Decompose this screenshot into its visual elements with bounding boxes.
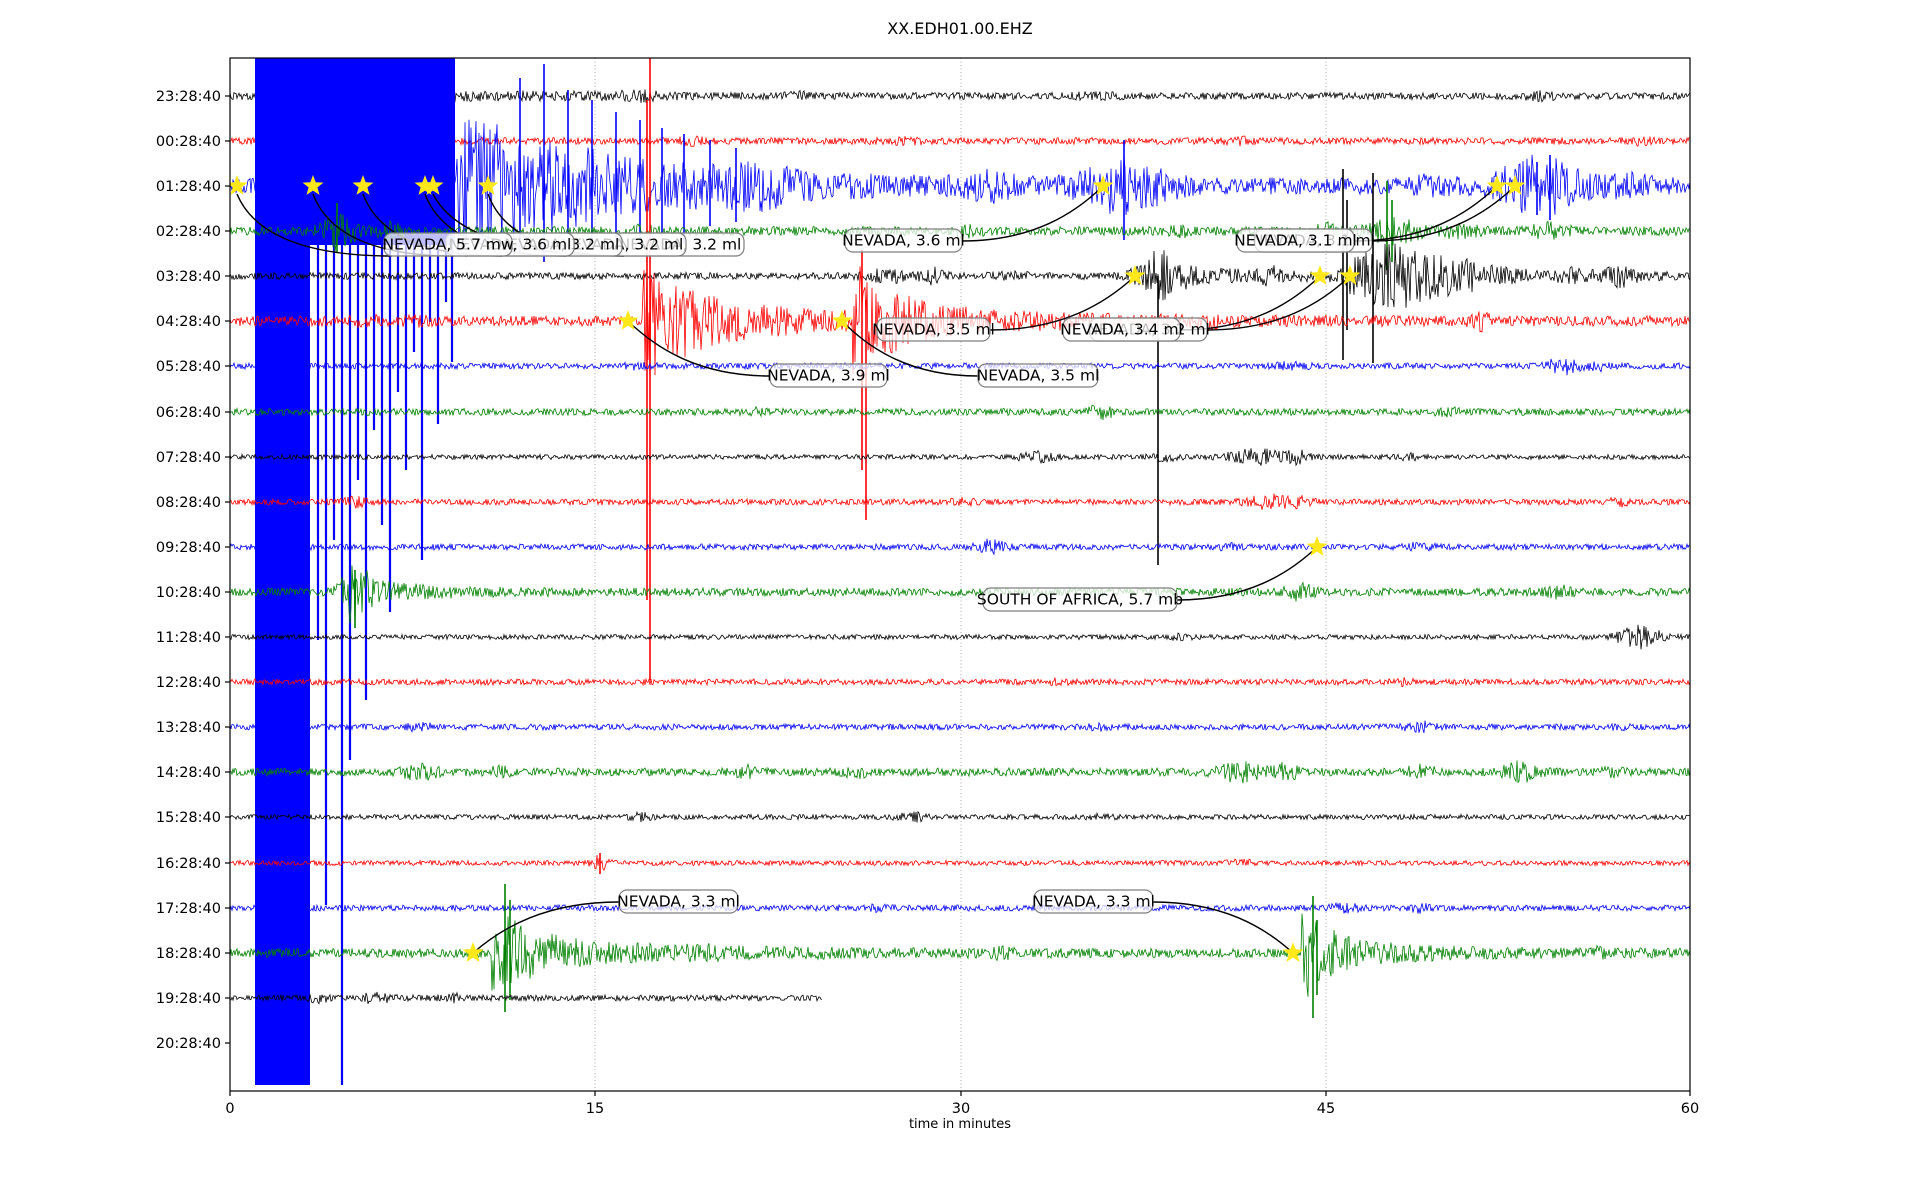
event-label: NEVADA, 3.1 ml [1234, 228, 1357, 253]
blob-mass [255, 58, 455, 245]
event-label-text: NEVADA, 3.1 ml [1234, 232, 1357, 250]
event-label: NEVADA, 3.6 ml [842, 228, 965, 253]
y-tick-label: 01:28:40 [156, 179, 221, 195]
y-tick-label: 14:28:40 [156, 765, 221, 781]
event-label-text: NEVADA, 3.4 ml [1060, 321, 1183, 339]
trace-182840 [230, 913, 1690, 997]
event-star [1282, 942, 1304, 962]
trace-172840 [230, 901, 1690, 914]
trace-152840 [230, 810, 1690, 823]
trace-092840 [230, 538, 1690, 556]
event-label-text: NEVADA, 3.9 ml [767, 367, 890, 385]
y-tick-label: 04:28:40 [156, 314, 221, 330]
event-label: NEVADA, 3.9 ml [767, 363, 890, 388]
x-tick-label: 60 [1681, 1101, 1699, 1117]
event-label-text: NEVADA, 3.5 ml [872, 321, 995, 339]
trace-052840 [230, 358, 1690, 376]
y-tick-label: 16:28:40 [156, 856, 221, 872]
y-tick-label: 13:28:40 [156, 720, 221, 736]
event-label: NEVADA, 3.3 ml [1032, 889, 1155, 914]
trace-112840 [230, 624, 1690, 650]
trace-132840 [230, 720, 1690, 734]
event-label: NEVADA, 5.7 mw [382, 232, 514, 257]
event-label-text: NEVADA, 5.7 mw [382, 236, 513, 254]
event-label: NEVADA, 3.5 ml [977, 363, 1100, 388]
y-tick-label: 11:28:40 [156, 630, 221, 646]
x-axis-label: time in minutes [909, 1117, 1011, 1132]
y-tick-label: 05:28:40 [156, 359, 221, 375]
trace-082840 [230, 493, 1690, 510]
trace-192840 [230, 991, 823, 1005]
y-tick-label: 09:28:40 [156, 540, 221, 556]
trace-142840 [230, 760, 1690, 784]
event-label-text: NEVADA, 3.3 ml [1032, 893, 1155, 911]
trace-062840 [230, 404, 1690, 420]
x-tick-label: 0 [225, 1101, 234, 1117]
x-tick-label: 45 [1317, 1101, 1335, 1117]
y-tick-label: 19:28:40 [156, 991, 221, 1007]
y-tick-label: 06:28:40 [156, 405, 221, 421]
y-tick-label: 17:28:40 [156, 901, 221, 917]
y-tick-label: 10:28:40 [156, 585, 221, 601]
event-label-text: NEVADA, 3.6 ml [842, 232, 965, 250]
event-label-text: SOUTH OF AFRICA, 5.7 mb [977, 591, 1183, 609]
event-star [462, 942, 484, 962]
helicorder-plot: XX.EDH01.00.EHZ time in minutes NEVADA, … [156, 19, 1699, 1132]
event-label-text: NEVADA, 3.3 ml [617, 893, 740, 911]
y-tick-label: 12:28:40 [156, 675, 221, 691]
plot-content: NEVADA, 3.2 mlNEVADA, 3.2 mlNEVADA, 3.2 … [156, 57, 1699, 1117]
y-tick-label: 15:28:40 [156, 810, 221, 826]
plot-title: XX.EDH01.00.EHZ [887, 19, 1033, 38]
y-tick-label: 02:28:40 [156, 224, 221, 240]
trace-102840 [230, 565, 1690, 624]
clipped-plot-area: NEVADA, 3.2 mlNEVADA, 3.2 mlNEVADA, 3.2 … [230, 58, 1690, 1091]
y-tick-label: 00:28:40 [156, 134, 221, 150]
x-tick-label: 30 [952, 1101, 970, 1117]
trace-122840 [230, 677, 1690, 688]
event-label: NEVADA, 3.4 ml [1060, 317, 1183, 342]
y-tick-label: 18:28:40 [156, 946, 221, 962]
trace-072840 [230, 448, 1690, 467]
event-label: NEVADA, 3.3 ml [617, 889, 740, 914]
y-tick-label: 20:28:40 [156, 1036, 221, 1052]
event-label-text: NEVADA, 3.5 ml [977, 367, 1100, 385]
y-tick-label: 07:28:40 [156, 450, 221, 466]
seismogram-figure: XX.EDH01.00.EHZ time in minutes NEVADA, … [0, 0, 1920, 1200]
y-tick-label: 08:28:40 [156, 495, 221, 511]
y-tick-label: 03:28:40 [156, 269, 221, 285]
event-label: SOUTH OF AFRICA, 5.7 mb [977, 587, 1183, 612]
trace-162840 [230, 855, 1690, 872]
event-label: NEVADA, 3.5 ml [872, 317, 995, 342]
y-tick-label: 23:28:40 [156, 89, 221, 105]
event-labels: NEVADA, 3.2 mlNEVADA, 3.2 mlNEVADA, 3.2 … [382, 228, 1375, 914]
x-tick-label: 15 [586, 1101, 604, 1117]
